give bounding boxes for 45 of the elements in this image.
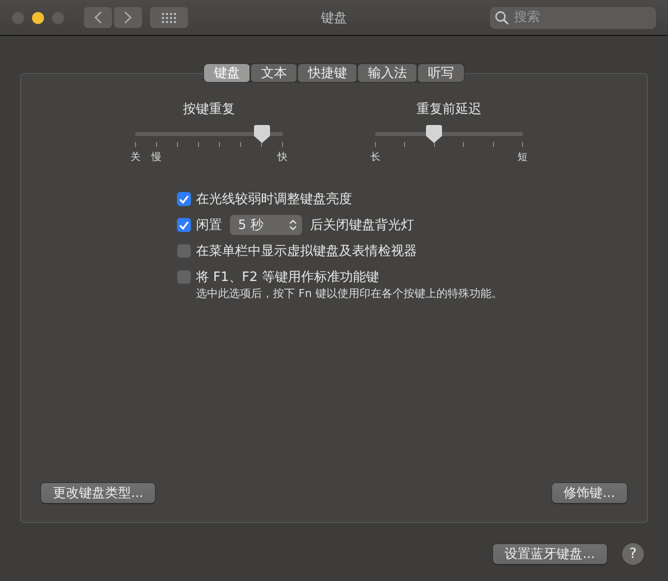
option-text: 后关闭键盘背光灯 [310,217,414,234]
checkbox-label: 在菜单栏中显示虚拟键盘及表情检视器 [196,243,417,260]
chevron-right-icon [124,11,132,24]
window-title: 键盘 [321,10,347,26]
tab[interactable]: 快捷键 [297,64,357,82]
search-field[interactable]: 搜索 [490,6,656,28]
slider-thumb[interactable] [254,125,270,143]
slider-title: 按键重复 [183,101,235,118]
back-button[interactable] [84,7,112,28]
tick-label: 短 [517,151,528,164]
select-value: 5 秒 [238,217,264,234]
checkmark-icon [179,194,189,204]
tab[interactable]: 输入法 [357,64,417,82]
slider-title: 重复前延迟 [416,101,482,118]
tick-label: 关 [130,150,140,164]
chevron-left-icon [94,11,102,24]
search-icon [495,10,509,24]
minimize-button[interactable] [32,12,44,24]
checkbox[interactable] [177,192,191,206]
checkbox[interactable] [177,218,191,232]
bluetooth-keyboard-button[interactable]: 设置蓝牙键盘... [492,544,607,564]
tab[interactable]: 文本 [250,64,297,82]
duration-select[interactable]: 5 秒 [230,215,302,235]
tick-label: 长 [370,150,380,164]
tab[interactable]: 听写 [417,64,464,82]
up-down-chevron-icon [289,219,297,231]
checkbox[interactable] [177,270,191,284]
tick-label: 慢 [152,150,162,164]
panel-button[interactable]: 更改键盘类型... [41,483,156,503]
checkbox-label: 将 F1、F2 等键用作标准功能键 [196,269,379,286]
forward-button[interactable] [114,7,142,28]
checkbox-label: 闲置 [196,217,222,234]
slider[interactable] [375,125,523,143]
show-all-button[interactable] [150,7,188,28]
slider-thumb[interactable] [426,125,442,143]
checkbox[interactable] [177,244,191,258]
help-button[interactable]: ? [622,543,644,565]
checkbox-label: 在光线较弱时调整键盘亮度 [196,191,352,208]
checkmark-icon [179,220,189,230]
grid-icon [162,12,176,22]
slider[interactable] [135,125,283,143]
panel-button[interactable]: 修饰键... [552,483,627,503]
option-note: 选中此选项后，按下 Fn 键以使用印在各个按键上的特殊功能。 [196,286,504,301]
tab[interactable]: 键盘 [204,64,250,82]
tick-label: 快 [278,150,288,164]
